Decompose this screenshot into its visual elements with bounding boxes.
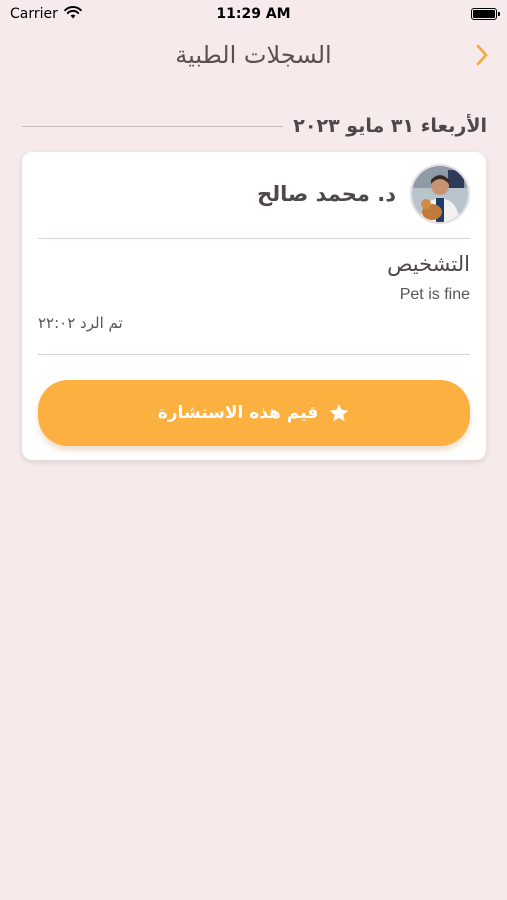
date-header: الأربعاء ٣١ مايو ٢٠٢٣ [22, 112, 487, 140]
doctor-name: د. محمد صالح [257, 182, 396, 206]
card-divider-bottom [38, 354, 470, 355]
card-divider-top [38, 238, 470, 239]
rate-button-label: قيم هذه الاستشارة [157, 403, 319, 423]
reply-time: تم الرد ٢٢:٠٢ [38, 314, 123, 332]
status-bar: Carrier 11:29 AM [0, 0, 507, 28]
back-button[interactable] [471, 42, 493, 68]
medical-record-card: د. محمد صالح التشخيص Pet is fine تم الرد… [22, 152, 486, 460]
rate-consultation-button[interactable]: قيم هذه الاستشارة [38, 380, 470, 446]
status-left: Carrier [10, 5, 82, 23]
navigation-bar: السجلات الطبية [0, 32, 507, 78]
carrier-label: Carrier [10, 6, 58, 22]
record-date: الأربعاء ٣١ مايو ٢٠٢٣ [293, 115, 487, 137]
page-title: السجلات الطبية [175, 41, 332, 69]
doctor-row: د. محمد صالح [38, 164, 470, 224]
battery-icon [471, 8, 500, 20]
diagnosis-heading: التشخيص [387, 252, 470, 276]
battery-level [473, 10, 495, 18]
wifi-icon [64, 5, 82, 23]
chevron-right-icon [476, 44, 488, 66]
date-divider [22, 125, 284, 127]
doctor-avatar [410, 164, 470, 224]
star-icon [330, 403, 349, 422]
diagnosis-text: Pet is fine [399, 286, 470, 303]
